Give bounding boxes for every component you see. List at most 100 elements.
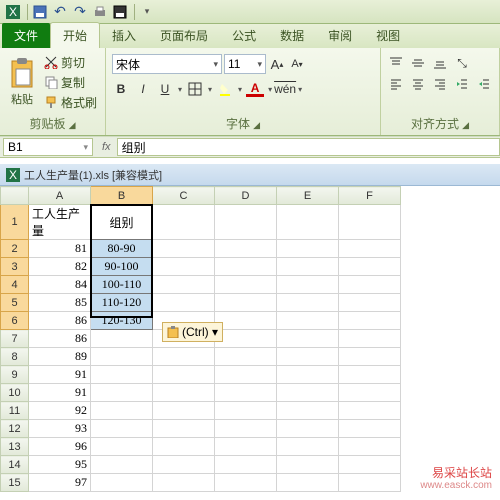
- cell[interactable]: [91, 330, 153, 348]
- cell[interactable]: [277, 384, 339, 402]
- phonetic-icon[interactable]: wén: [276, 80, 294, 98]
- cell[interactable]: 95: [29, 456, 91, 474]
- row-header[interactable]: 4: [1, 276, 29, 294]
- col-header-f[interactable]: F: [339, 187, 401, 205]
- align-middle-icon[interactable]: [409, 54, 427, 72]
- cell[interactable]: [153, 474, 215, 492]
- tab-formulas[interactable]: 公式: [220, 23, 268, 48]
- align-center-icon[interactable]: [409, 75, 427, 93]
- cell[interactable]: [153, 258, 215, 276]
- row-header[interactable]: 10: [1, 384, 29, 402]
- italic-icon[interactable]: I: [134, 80, 152, 98]
- cell[interactable]: 91: [29, 384, 91, 402]
- cell[interactable]: [339, 294, 401, 312]
- cell[interactable]: [215, 276, 277, 294]
- redo-icon[interactable]: ↷: [71, 3, 89, 21]
- cell[interactable]: [339, 330, 401, 348]
- cell[interactable]: 86: [29, 330, 91, 348]
- save-icon[interactable]: [31, 3, 49, 21]
- cell[interactable]: [339, 276, 401, 294]
- cell[interactable]: 97: [29, 474, 91, 492]
- align-top-icon[interactable]: [387, 54, 405, 72]
- cell[interactable]: [153, 402, 215, 420]
- cell[interactable]: 90-100: [91, 258, 153, 276]
- row-header[interactable]: 8: [1, 348, 29, 366]
- col-header-b[interactable]: B: [91, 187, 153, 205]
- cell[interactable]: [339, 402, 401, 420]
- cell[interactable]: [277, 258, 339, 276]
- paste-options-button[interactable]: (Ctrl) ▾: [162, 322, 223, 342]
- increase-font-icon[interactable]: A▴: [268, 55, 286, 73]
- cell[interactable]: [277, 330, 339, 348]
- cell[interactable]: [277, 438, 339, 456]
- cell[interactable]: [277, 456, 339, 474]
- row-header[interactable]: 13: [1, 438, 29, 456]
- cell[interactable]: [277, 420, 339, 438]
- cell[interactable]: [339, 384, 401, 402]
- cell[interactable]: [91, 348, 153, 366]
- cell[interactable]: [277, 312, 339, 330]
- cell[interactable]: [215, 294, 277, 312]
- row-header[interactable]: 11: [1, 402, 29, 420]
- cell[interactable]: [153, 240, 215, 258]
- cell[interactable]: [153, 348, 215, 366]
- cell[interactable]: 组别: [91, 205, 153, 240]
- undo-icon[interactable]: ↶: [51, 3, 69, 21]
- decrease-font-icon[interactable]: A▾: [288, 55, 306, 73]
- cell[interactable]: [215, 474, 277, 492]
- cell[interactable]: [153, 384, 215, 402]
- row-header[interactable]: 5: [1, 294, 29, 312]
- tab-layout[interactable]: 页面布局: [148, 23, 220, 48]
- cell[interactable]: [153, 294, 215, 312]
- border-icon[interactable]: [186, 80, 204, 98]
- col-header-e[interactable]: E: [277, 187, 339, 205]
- row-header[interactable]: 12: [1, 420, 29, 438]
- cell[interactable]: 93: [29, 420, 91, 438]
- cell[interactable]: 96: [29, 438, 91, 456]
- row-header[interactable]: 3: [1, 258, 29, 276]
- tab-view[interactable]: 视图: [364, 23, 412, 48]
- paste-button[interactable]: 粘贴: [6, 50, 38, 114]
- fx-icon[interactable]: fx: [102, 141, 111, 153]
- tab-file[interactable]: 文件: [2, 23, 50, 48]
- cell[interactable]: [91, 438, 153, 456]
- fill-color-icon[interactable]: [216, 80, 234, 98]
- cell[interactable]: [277, 240, 339, 258]
- cell[interactable]: [277, 366, 339, 384]
- bold-icon[interactable]: B: [112, 80, 130, 98]
- cell[interactable]: 120-130: [91, 312, 153, 330]
- cell[interactable]: [339, 258, 401, 276]
- row-header[interactable]: 15: [1, 474, 29, 492]
- cell[interactable]: [215, 348, 277, 366]
- cell[interactable]: [91, 420, 153, 438]
- cell[interactable]: [277, 474, 339, 492]
- tab-insert[interactable]: 插入: [100, 23, 148, 48]
- decrease-indent-icon[interactable]: [453, 75, 471, 93]
- row-header[interactable]: 6: [1, 312, 29, 330]
- row-header[interactable]: 1: [1, 205, 29, 240]
- cell[interactable]: [215, 205, 277, 240]
- cell[interactable]: [91, 384, 153, 402]
- tab-home[interactable]: 开始: [50, 22, 100, 48]
- cell[interactable]: [339, 366, 401, 384]
- underline-icon[interactable]: U: [156, 80, 174, 98]
- increase-indent-icon[interactable]: [475, 75, 493, 93]
- cell[interactable]: [215, 312, 277, 330]
- cell[interactable]: [339, 456, 401, 474]
- font-color-icon[interactable]: A: [246, 82, 264, 97]
- cell[interactable]: [91, 402, 153, 420]
- cell[interactable]: 工人生产量: [29, 205, 91, 240]
- cell[interactable]: 86: [29, 312, 91, 330]
- row-header[interactable]: 9: [1, 366, 29, 384]
- cell[interactable]: [153, 366, 215, 384]
- cell[interactable]: [215, 420, 277, 438]
- cell[interactable]: [215, 384, 277, 402]
- cell[interactable]: [153, 205, 215, 240]
- cell[interactable]: 92: [29, 402, 91, 420]
- copy-button[interactable]: 复制: [42, 73, 99, 92]
- qat-customize-icon[interactable]: ▾: [138, 3, 156, 21]
- cell[interactable]: [215, 438, 277, 456]
- cell[interactable]: [339, 438, 401, 456]
- formula-input[interactable]: [117, 138, 500, 156]
- cell[interactable]: [339, 205, 401, 240]
